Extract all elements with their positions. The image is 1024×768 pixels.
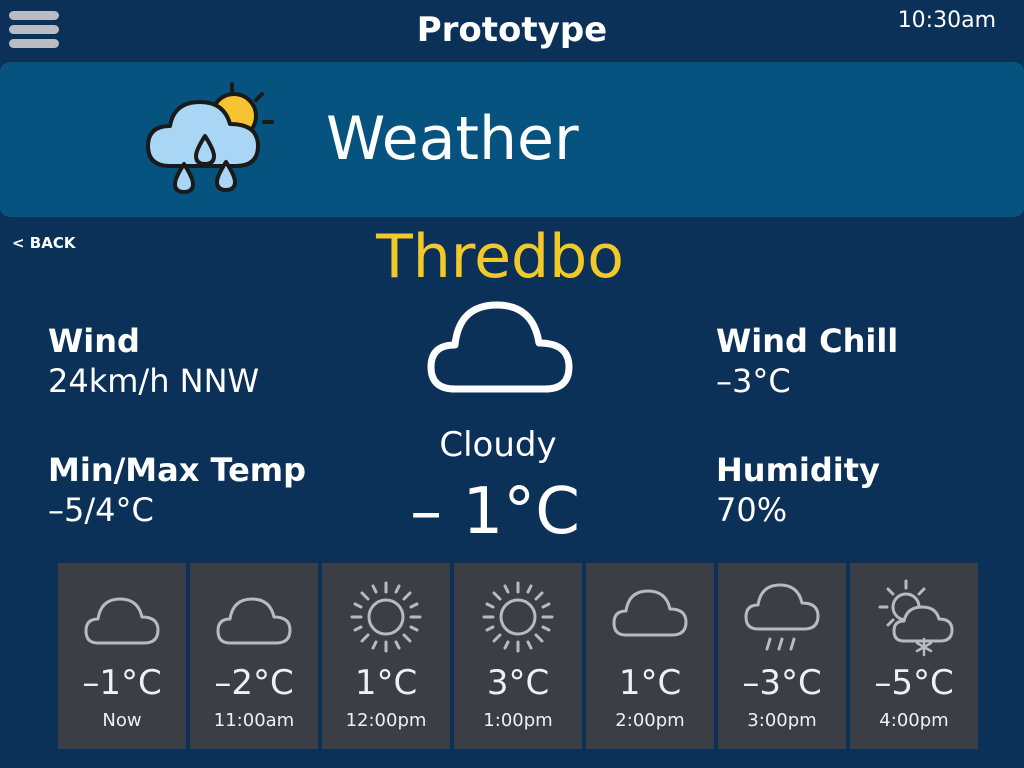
- cloud-icon: [216, 597, 292, 645]
- forecast-card[interactable]: 1°C 2:00pm: [586, 563, 714, 749]
- min-max-temp-stat: Min/Max Temp –5/4°C: [48, 451, 306, 529]
- cloud-icon: [612, 589, 688, 637]
- forecast-card[interactable]: –5°C 4:00pm: [850, 563, 978, 749]
- forecast-temp: 1°C: [618, 663, 682, 703]
- forecast-time: Now: [102, 710, 142, 731]
- clock: 10:30am: [897, 8, 996, 33]
- humidity-value: 70%: [716, 491, 788, 529]
- cloud-icon: [427, 301, 573, 393]
- wind-chill-value: –3°C: [716, 362, 791, 400]
- top-bar: Prototype 10:30am: [0, 0, 1024, 60]
- weather-banner: Weather: [0, 62, 1024, 217]
- sun-icon: [350, 581, 422, 653]
- min-max-temp-value: –5/4°C: [48, 491, 154, 529]
- forecast-card[interactable]: –2°C 11:00am: [190, 563, 318, 749]
- min-max-temp-label: Min/Max Temp: [48, 451, 307, 489]
- humidity-stat: Humidity 70%: [716, 451, 880, 529]
- current-temperature: – 1°C: [410, 475, 580, 549]
- forecast-time: 1:00pm: [483, 710, 553, 731]
- forecast-temp: –5°C: [874, 663, 954, 703]
- hourly-forecast: –1°C Now –2°C 11:00am 1°C 12:00pm 3°C 1:…: [58, 563, 978, 749]
- forecast-temp: –3°C: [742, 663, 822, 703]
- forecast-time: 3:00pm: [747, 710, 817, 731]
- current-condition: Cloudy: [439, 425, 557, 465]
- forecast-time: 12:00pm: [345, 710, 427, 731]
- wind-chill-label: Wind Chill: [716, 322, 899, 360]
- forecast-time: 4:00pm: [879, 710, 949, 731]
- snow-sun-cloud-icon: [878, 579, 954, 657]
- forecast-temp: 1°C: [354, 663, 418, 703]
- wind-value: 24km/h NNW: [48, 362, 260, 400]
- forecast-temp: –2°C: [214, 663, 294, 703]
- sun-icon: [482, 581, 554, 653]
- wind-stat: Wind 24km/h NNW: [48, 322, 259, 400]
- rain-sun-cloud-icon: [146, 82, 274, 194]
- forecast-card[interactable]: –3°C 3:00pm: [718, 563, 846, 749]
- cloud-icon: [84, 597, 160, 645]
- wind-label: Wind: [48, 322, 140, 360]
- forecast-temp: 3°C: [486, 663, 550, 703]
- forecast-temp: –1°C: [82, 663, 162, 703]
- city-name: Thredbo: [376, 222, 624, 292]
- wind-chill-stat: Wind Chill –3°C: [716, 322, 898, 400]
- banner-title: Weather: [326, 104, 579, 174]
- forecast-time: 2:00pm: [615, 710, 685, 731]
- forecast-card[interactable]: 1°C 12:00pm: [322, 563, 450, 749]
- app-title: Prototype: [416, 10, 608, 50]
- forecast-card[interactable]: 3°C 1:00pm: [454, 563, 582, 749]
- forecast-time: 11:00am: [213, 710, 295, 731]
- humidity-label: Humidity: [716, 451, 880, 489]
- rain-cloud-icon: [744, 583, 820, 651]
- forecast-card[interactable]: –1°C Now: [58, 563, 186, 749]
